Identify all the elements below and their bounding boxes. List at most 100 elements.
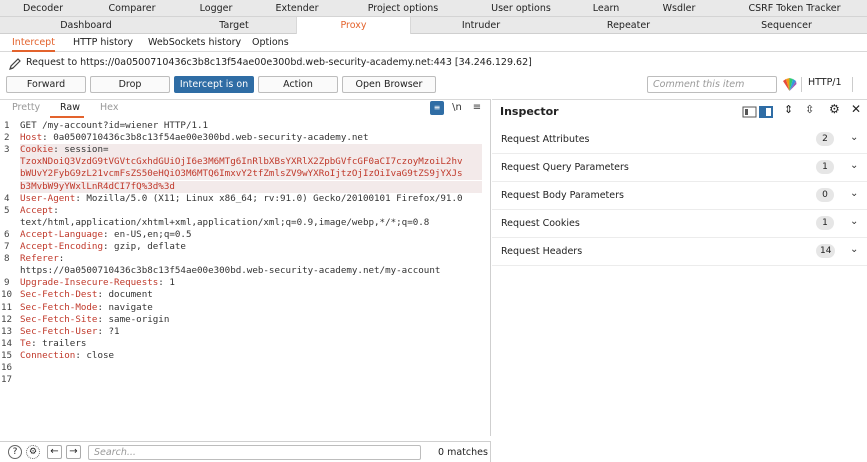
editor-tab-pretty[interactable]: Pretty (12, 102, 40, 113)
editor-menu-icon[interactable]: ≡ (470, 101, 484, 115)
header-name: Upgrade-Insecure-Requests (20, 277, 159, 289)
line-number: 7 (4, 241, 10, 252)
tab-csrf-token-tracker[interactable]: CSRF Token Tracker (722, 0, 867, 17)
line-text: : document (97, 289, 153, 301)
collapse-all-icon[interactable]: ⇳ (805, 103, 814, 116)
tab-decoder[interactable]: Decoder (0, 0, 86, 17)
previous-match-icon[interactable]: ← (47, 445, 62, 459)
line-number: 17 (1, 374, 13, 386)
tab-comparer[interactable]: Comparer (86, 0, 178, 17)
inspector-row-request-attributes[interactable]: Request Attributes 2 ⌄ (492, 126, 867, 154)
line-text: https://0a0500710436c3b8c13f54ae00e300bd… (20, 265, 441, 277)
request-line: Referer: (20, 253, 482, 265)
editor-tab-raw[interactable]: Raw (60, 102, 80, 113)
chevron-down-icon[interactable]: ⌄ (850, 160, 858, 171)
request-line: Sec-Fetch-Mode: navigate (20, 302, 482, 314)
newline-toggle-icon[interactable]: \n (450, 101, 464, 115)
header-name: Accept (20, 204, 54, 216)
inspector-row-query-parameters[interactable]: Request Query Parameters 1 ⌄ (492, 154, 867, 182)
http-version-label[interactable]: HTTP/1 (808, 77, 842, 88)
line-number: 3 (4, 144, 10, 156)
line-number: 12 (1, 313, 13, 325)
cookie-value: TzoxNDoiQ3VzdG9tVGVtcGxhdGUiOjI6e3M6MTg6… (20, 156, 463, 168)
action-button[interactable]: Action (258, 76, 338, 93)
subtab-options[interactable]: Options (252, 34, 289, 52)
header-name: Host (20, 132, 43, 144)
request-line: https://0a0500710436c3b8c13f54ae00e300bd… (20, 265, 482, 277)
search-input[interactable]: Search... (88, 445, 421, 460)
request-line: Cookie: session= (20, 144, 482, 157)
intercept-toggle-button[interactable]: Intercept is on (174, 76, 254, 93)
inspector-row-cookies[interactable]: Request Cookies 1 ⌄ (492, 210, 867, 238)
help-icon[interactable]: ? (8, 445, 22, 459)
line-text: : (53, 204, 59, 216)
drop-button[interactable]: Drop (90, 76, 170, 93)
tab-project-options[interactable]: Project options (340, 0, 466, 17)
request-line: b3MvbW9yYWxlLnR4dCI7fQ%3d%3d (20, 180, 482, 193)
top-tabs-row-2: Dashboard Target Proxy Intruder Repeater… (0, 17, 867, 34)
next-match-icon[interactable]: → (66, 445, 81, 459)
line-number: 5 (4, 204, 10, 216)
request-editor[interactable]: Pretty Raw Hex ≡ \n ≡ GET /my-account?id… (0, 99, 491, 436)
header-name: Te (20, 337, 32, 349)
header-name: Connection (20, 349, 76, 361)
inspector-row-label: Request Headers (501, 246, 583, 257)
line-text: : navigate (97, 301, 153, 313)
expand-all-icon[interactable]: ⇕ (784, 103, 793, 116)
forward-button[interactable]: Forward (6, 76, 86, 93)
message-actions-icon[interactable]: ≡ (430, 101, 444, 115)
editor-tab-hex[interactable]: Hex (100, 102, 118, 113)
tab-user-options[interactable]: User options (466, 0, 576, 17)
comment-input[interactable]: Comment this item (647, 76, 777, 93)
open-browser-button[interactable]: Open Browser (342, 76, 436, 93)
inspector-row-label: Request Query Parameters (501, 162, 629, 173)
tab-intruder[interactable]: Intruder (411, 17, 551, 34)
inspector-panel: Inspector ⇕ ⇳ ⚙ ✕ Request Attributes 2 ⌄… (492, 99, 867, 462)
header-name: Sec-Fetch-Mode (20, 301, 98, 313)
line-text: : close (75, 349, 115, 361)
header-name: Cookie (20, 144, 54, 156)
line-number: 11 (1, 301, 13, 313)
line-number: 8 (4, 253, 10, 265)
tab-sequencer[interactable]: Sequencer (706, 17, 867, 34)
toolbar-divider (801, 77, 802, 92)
tab-dashboard[interactable]: Dashboard (0, 17, 172, 34)
subtab-http-history[interactable]: HTTP history (73, 34, 133, 52)
header-name: Referer (20, 253, 59, 265)
inspector-row-headers[interactable]: Request Headers 14 ⌄ (492, 238, 867, 266)
tab-logger[interactable]: Logger (178, 0, 254, 17)
tab-target[interactable]: Target (172, 17, 296, 34)
pencil-icon[interactable] (8, 57, 22, 71)
top-tabs-row-1: Decoder Comparer Logger Extender Project… (0, 0, 867, 17)
tab-repeater[interactable]: Repeater (551, 17, 706, 34)
header-name: Sec-Fetch-Dest (20, 289, 98, 301)
tab-extender[interactable]: Extender (254, 0, 340, 17)
chevron-down-icon[interactable]: ⌄ (850, 216, 858, 227)
close-icon[interactable]: ✕ (851, 102, 861, 116)
line-text: : trailers (31, 337, 87, 349)
line-number: 10 (1, 289, 13, 301)
line-number: 6 (4, 228, 10, 240)
request-line: Sec-Fetch-User: ?1 (20, 326, 482, 338)
settings-gear-icon[interactable]: ⚙ (26, 445, 40, 459)
tab-proxy[interactable]: Proxy (296, 17, 411, 34)
request-line: Accept-Encoding: gzip, deflate (20, 241, 482, 253)
header-name: User-Agent (20, 192, 76, 204)
inspector-row-label: Request Body Parameters (501, 190, 624, 201)
chevron-down-icon[interactable]: ⌄ (850, 188, 858, 199)
chevron-down-icon[interactable]: ⌄ (850, 244, 858, 255)
header-name: Sec-Fetch-Site (20, 313, 98, 325)
request-line: Te: trailers (20, 338, 482, 350)
subtab-websockets-history[interactable]: WebSockets history (148, 34, 241, 52)
request-line: GET /my-account?id=wiener HTTP/1.1 (20, 120, 482, 132)
chevron-down-icon[interactable]: ⌄ (850, 132, 858, 143)
inspector-row-body-parameters[interactable]: Request Body Parameters 0 ⌄ (492, 182, 867, 210)
tab-wsdler[interactable]: Wsdler (636, 0, 722, 17)
subtab-intercept[interactable]: Intercept (12, 34, 55, 52)
request-info-line: Request to https://0a0500710436c3b8c13f5… (0, 55, 867, 73)
layout-toggle-icon[interactable] (742, 105, 774, 119)
inspector-settings-icon[interactable]: ⚙ (829, 102, 840, 116)
tab-learn[interactable]: Learn (576, 0, 636, 17)
count-badge: 1 (816, 160, 834, 174)
highlight-color-icon[interactable] (782, 78, 797, 92)
